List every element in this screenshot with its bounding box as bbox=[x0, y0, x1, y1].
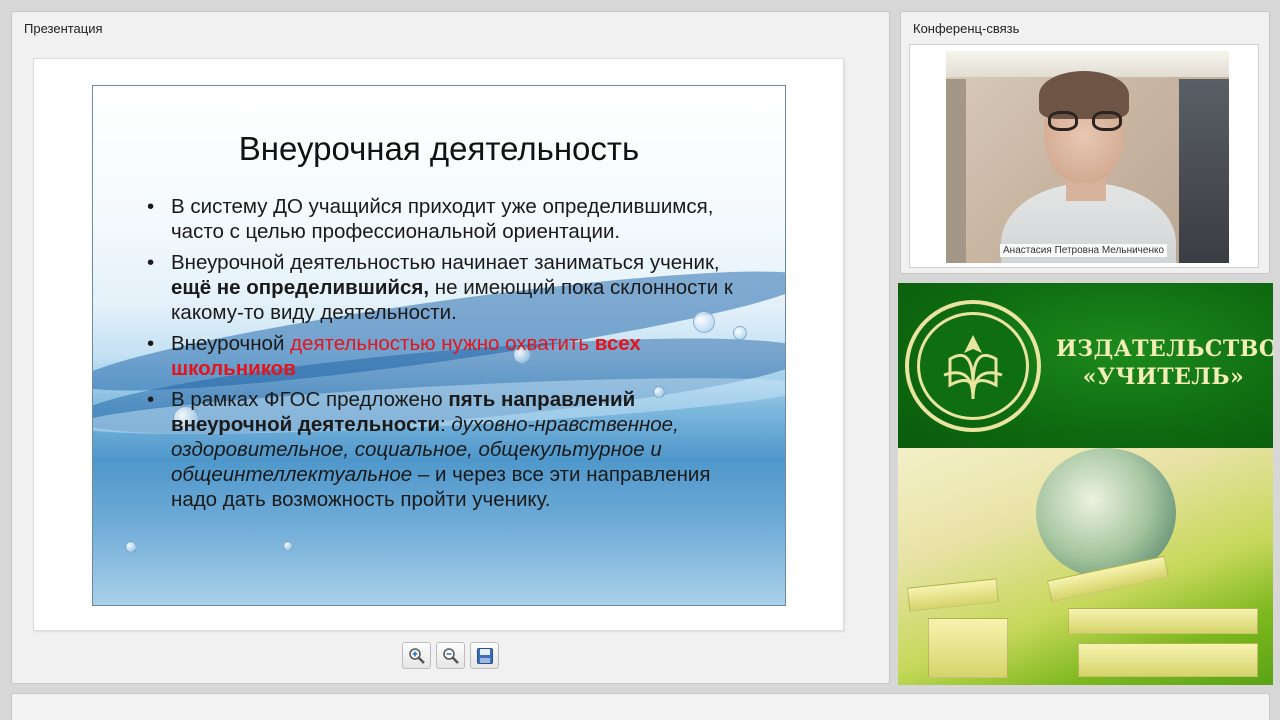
presentation-panel: Презентация Внеурочная деятельность В си… bbox=[11, 11, 890, 684]
presentation-panel-title: Презентация bbox=[24, 21, 103, 36]
zoom-out-button[interactable] bbox=[436, 642, 465, 669]
book-image bbox=[928, 618, 1008, 678]
publisher-name: ИЗДАТЕЛЬСТВО «УЧИТЕЛЬ» bbox=[1056, 335, 1273, 391]
slide-bullet-list: В систему ДО учащийся приходит уже опред… bbox=[145, 194, 755, 518]
slide-bullet: В рамках ФГОС предложено пять направлени… bbox=[145, 387, 755, 512]
bullet-text: : bbox=[440, 413, 452, 436]
publisher-banner[interactable]: ИЗДАТЕЛЬСТВО «УЧИТЕЛЬ» bbox=[898, 283, 1273, 685]
book-image bbox=[906, 578, 1000, 612]
conference-panel-title: Конференц-связь bbox=[913, 21, 1020, 36]
speaker-glasses bbox=[1048, 111, 1122, 131]
banner-header: ИЗДАТЕЛЬСТВО «УЧИТЕЛЬ» bbox=[898, 283, 1273, 448]
bullet-red-text: деятельностью нужно охватить bbox=[290, 332, 595, 355]
banner-image bbox=[898, 448, 1273, 685]
bullet-text: Внеурочной деятельностью начинает занима… bbox=[171, 251, 720, 274]
publisher-name-line2: «УЧИТЕЛЬ» bbox=[1082, 364, 1245, 390]
water-bubble bbox=[283, 541, 293, 551]
zoom-in-button[interactable] bbox=[402, 642, 431, 669]
bullet-bold-text: ещё не определившийся, bbox=[171, 276, 430, 299]
slide: Внеурочная деятельность В систему ДО уча… bbox=[92, 85, 786, 606]
bullet-text: В рамках ФГОС предложено bbox=[171, 388, 449, 411]
bottom-panel bbox=[11, 693, 1270, 720]
slide-title: Внеурочная деятельность bbox=[238, 130, 640, 167]
publisher-logo-core bbox=[917, 312, 1029, 420]
webcam-feed[interactable]: Анастасия Петровна Мельниченко bbox=[946, 51, 1229, 263]
slide-bullet: Внеурочной деятельностью начинает занима… bbox=[145, 250, 755, 325]
speaker-name-label: Анастасия Петровна Мельниченко bbox=[1000, 244, 1168, 257]
room-shelf bbox=[1179, 79, 1229, 263]
book-emblem-icon bbox=[943, 335, 1003, 400]
room-wall bbox=[946, 79, 966, 263]
video-frame: Анастасия Петровна Мельниченко bbox=[909, 44, 1259, 268]
save-icon bbox=[476, 647, 493, 664]
bullet-text: Внеурочной bbox=[171, 332, 291, 355]
slide-bullet: Внеурочной деятельностью нужно охватить … bbox=[145, 331, 755, 381]
publisher-name-line1: ИЗДАТЕЛЬСТВО bbox=[1056, 336, 1273, 362]
water-bubble bbox=[125, 541, 137, 553]
bullet-text: В систему ДО учащийся приходит уже опред… bbox=[171, 195, 714, 243]
zoom-out-icon bbox=[442, 647, 459, 664]
book-image bbox=[1068, 608, 1258, 634]
book-image bbox=[1078, 643, 1258, 677]
conference-panel: Конференц-связь Анастасия Петровна Мельн… bbox=[900, 11, 1270, 274]
publisher-logo-icon bbox=[905, 300, 1041, 432]
presentation-toolbar bbox=[402, 642, 499, 669]
save-button[interactable] bbox=[470, 642, 499, 669]
zoom-in-icon bbox=[408, 647, 425, 664]
slide-viewer: Внеурочная деятельность В систему ДО уча… bbox=[33, 58, 844, 631]
slide-bullet: В систему ДО учащийся приходит уже опред… bbox=[145, 194, 755, 244]
